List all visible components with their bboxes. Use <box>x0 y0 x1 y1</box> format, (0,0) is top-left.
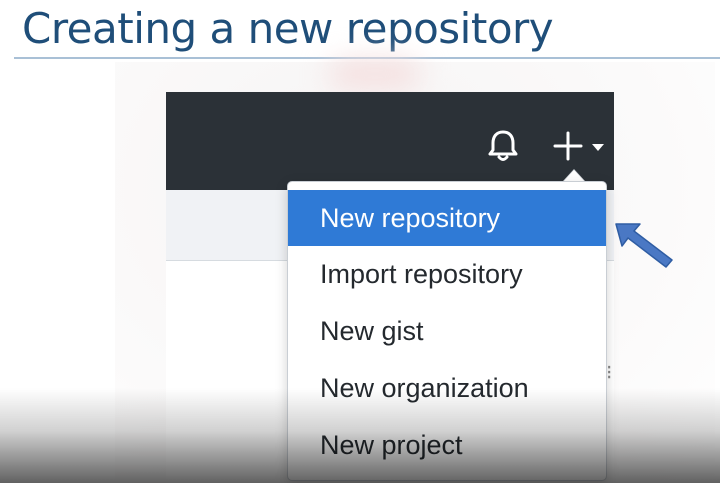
create-new-button[interactable] <box>552 126 612 166</box>
menu-item-new-organization[interactable]: New organization <box>288 360 606 417</box>
menu-item-new-project[interactable]: New project <box>288 417 606 474</box>
plus-icon <box>553 131 583 161</box>
slide-title: Creating a new repository <box>22 4 554 53</box>
menu-item-import-repository[interactable]: Import repository <box>288 246 606 303</box>
bell-icon[interactable] <box>486 128 520 164</box>
menu-item-new-gist[interactable]: New gist <box>288 303 606 360</box>
title-divider <box>14 57 720 59</box>
caret-down-icon <box>592 144 604 151</box>
menu-item-new-repository[interactable]: New repository <box>288 190 606 246</box>
github-header-bar <box>166 92 614 190</box>
arrow-pointer-icon <box>615 223 673 268</box>
blurred-background-detail <box>330 60 420 88</box>
create-new-dropdown: New repository Import repository New gis… <box>287 181 607 481</box>
